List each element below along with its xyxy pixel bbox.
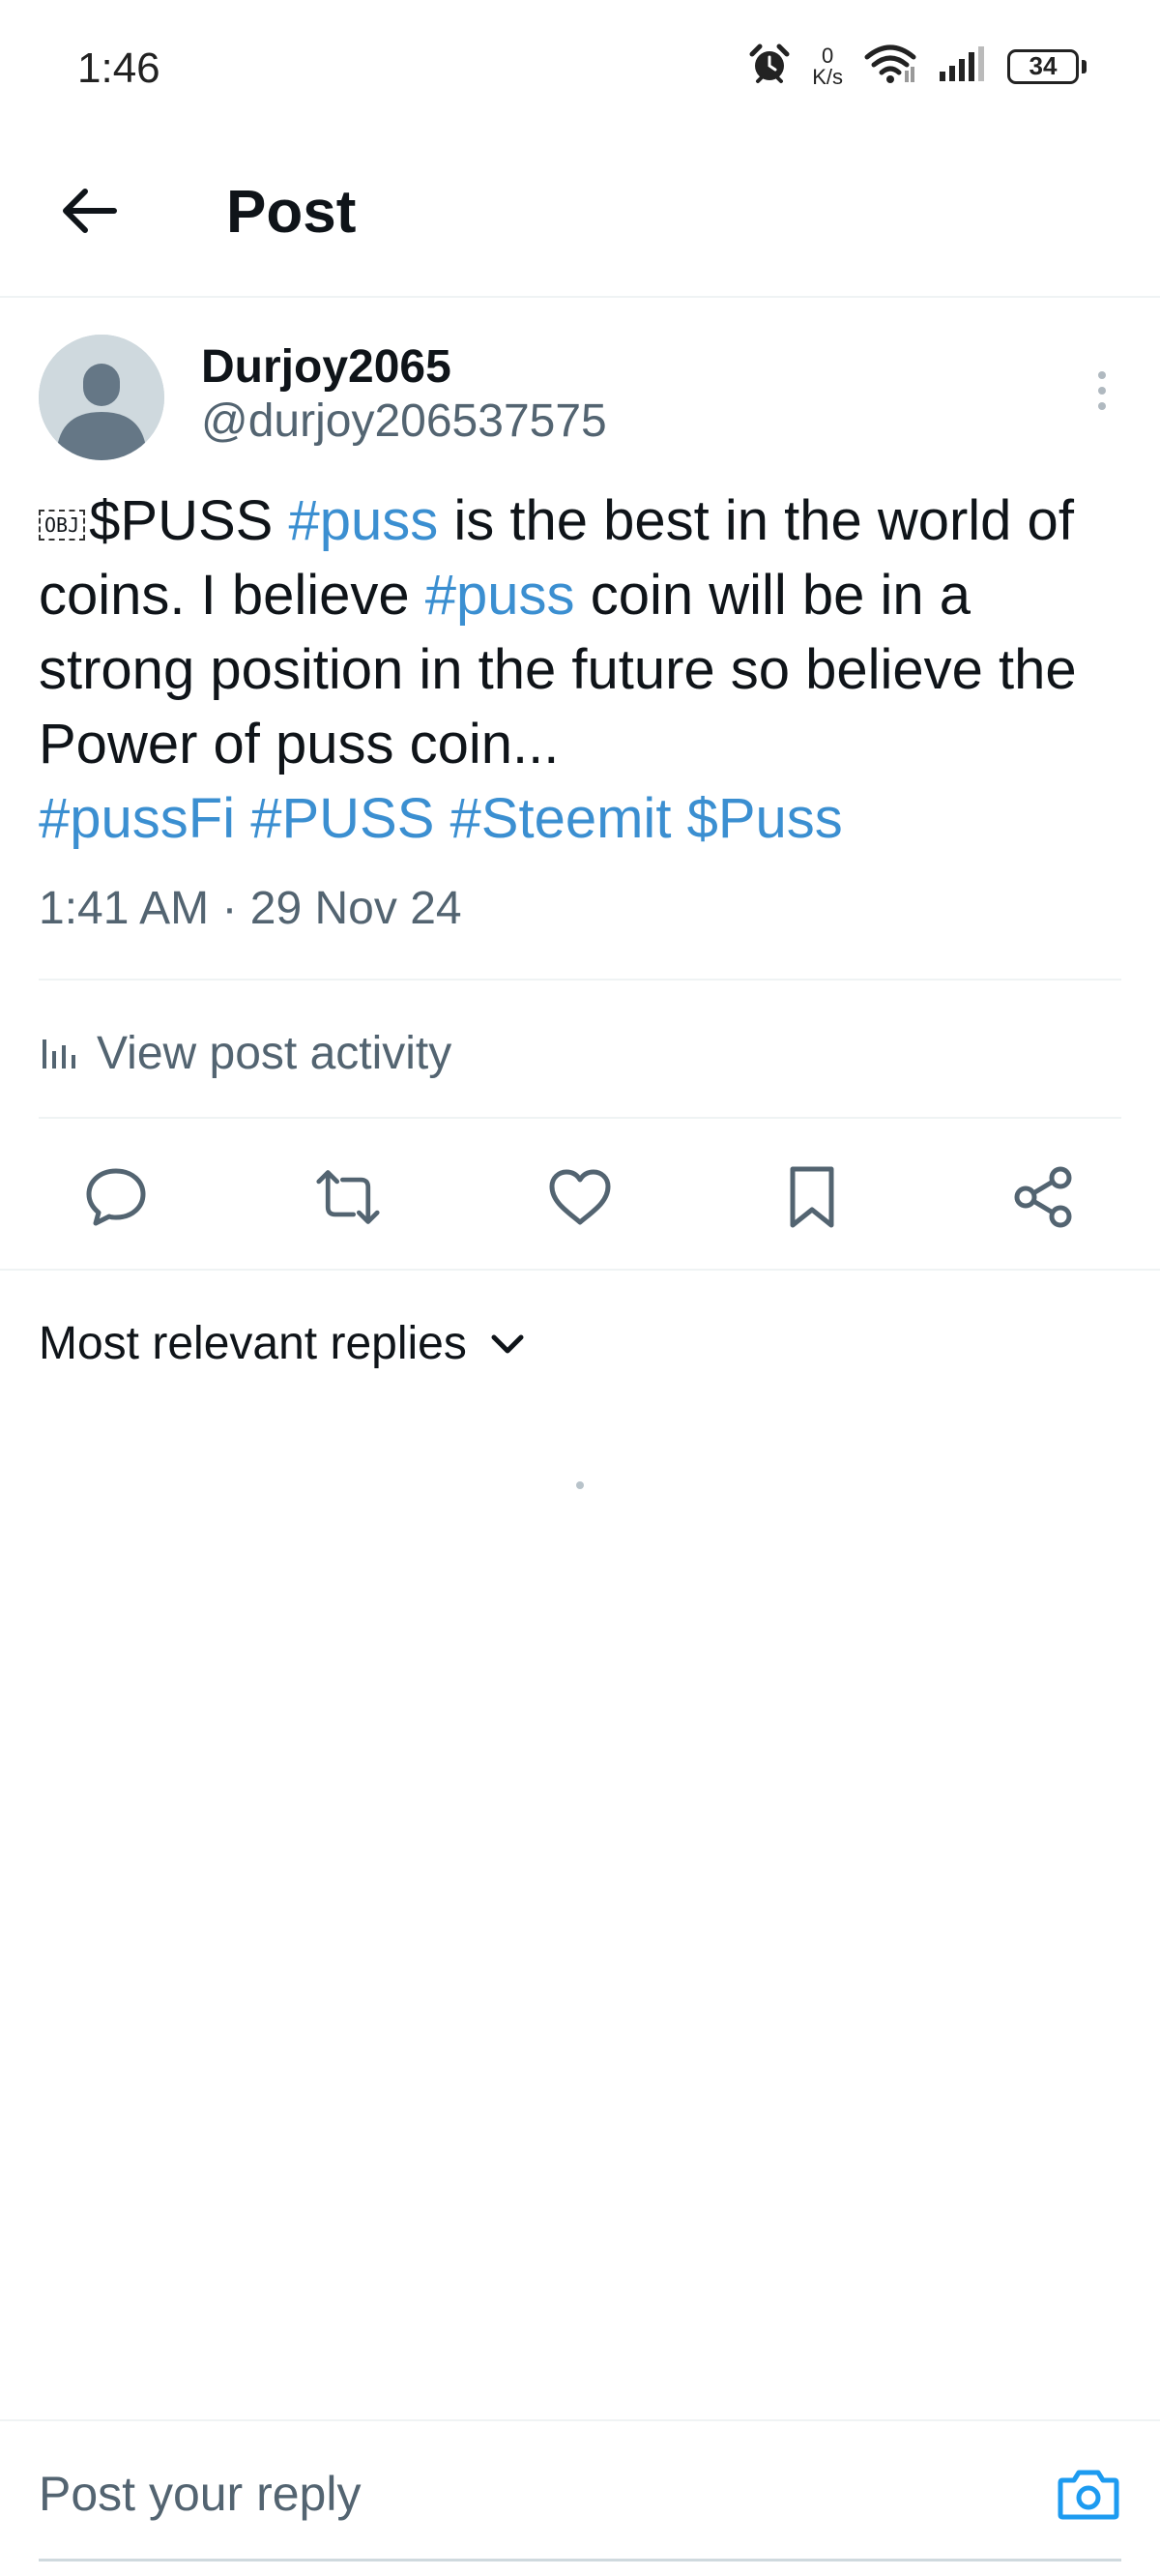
share-button[interactable] — [1011, 1164, 1077, 1230]
analytics-icon — [43, 1039, 75, 1068]
battery-icon: 34 — [1007, 48, 1087, 84]
reply-input-underline — [39, 2559, 1121, 2561]
cashtag: $PUSS — [89, 489, 274, 552]
divider — [39, 979, 1121, 981]
camera-icon — [1058, 2470, 1119, 2520]
page-title: Post — [226, 179, 357, 246]
share-icon — [1014, 1166, 1072, 1228]
post-actions — [0, 1131, 1160, 1257]
bookmark-button[interactable] — [779, 1164, 845, 1230]
wifi-icon — [864, 44, 916, 89]
net-speed: 0 K/s — [812, 43, 843, 89]
chevron-down-icon — [491, 1334, 524, 1353]
view-post-activity-label: View post activity — [97, 1027, 452, 1079]
post-timestamp[interactable]: 1:41 AM · 29 Nov 24 — [39, 882, 462, 935]
more-options-button[interactable] — [1083, 362, 1121, 420]
net-speed-value: 0 — [821, 43, 834, 68]
battery-level: 34 — [1007, 48, 1079, 84]
like-icon — [549, 1169, 611, 1225]
reply-icon — [86, 1168, 146, 1226]
cashtag-link[interactable]: $Puss — [687, 787, 843, 850]
object-replacement-glyph: OBJ — [39, 509, 86, 541]
reply-composer — [0, 2419, 1160, 2576]
header: Post — [0, 145, 1160, 298]
net-speed-unit: K/s — [812, 64, 843, 89]
repost-button[interactable] — [315, 1164, 381, 1230]
reply-button[interactable] — [83, 1164, 149, 1230]
camera-button[interactable] — [1056, 2464, 1121, 2526]
post-author: Durjoy2065 @durjoy206537575 — [39, 335, 1121, 460]
like-button[interactable] — [547, 1164, 613, 1230]
reply-input[interactable] — [39, 2460, 986, 2528]
hashtag-link[interactable]: #puss — [425, 564, 575, 627]
signal-icon — [938, 44, 986, 88]
divider — [0, 1269, 1160, 1271]
back-arrow-icon — [63, 189, 117, 233]
alarm-icon — [748, 43, 791, 90]
divider — [39, 1117, 1121, 1119]
status-bar: 1:46 0 K/s 34 — [0, 0, 1160, 145]
hashtag-link[interactable]: #pussFi — [39, 787, 235, 850]
loading-indicator — [576, 1481, 584, 1489]
author-handle[interactable]: @durjoy206537575 — [201, 395, 607, 448]
repost-icon — [316, 1170, 380, 1224]
view-post-activity-button[interactable]: View post activity — [39, 990, 451, 1116]
back-button[interactable] — [54, 176, 124, 246]
replies-sort-label: Most relevant replies — [39, 1318, 467, 1369]
avatar[interactable] — [39, 335, 164, 460]
status-time: 1:46 — [77, 44, 160, 92]
bookmark-icon — [790, 1166, 834, 1228]
more-vertical-icon — [1098, 371, 1106, 379]
hashtag-link[interactable]: #Steemit — [450, 787, 672, 850]
hashtag-link[interactable]: #puss — [288, 489, 438, 552]
replies-sort-dropdown[interactable]: Most relevant replies — [39, 1317, 525, 1370]
hashtag-link[interactable]: #PUSS — [250, 787, 434, 850]
post-text: OBJ $PUSS #puss is the best in the world … — [39, 483, 1131, 856]
status-icons: 0 K/s 34 — [748, 43, 1087, 90]
author-display-name[interactable]: Durjoy2065 — [201, 340, 451, 394]
default-avatar-icon — [39, 335, 164, 460]
